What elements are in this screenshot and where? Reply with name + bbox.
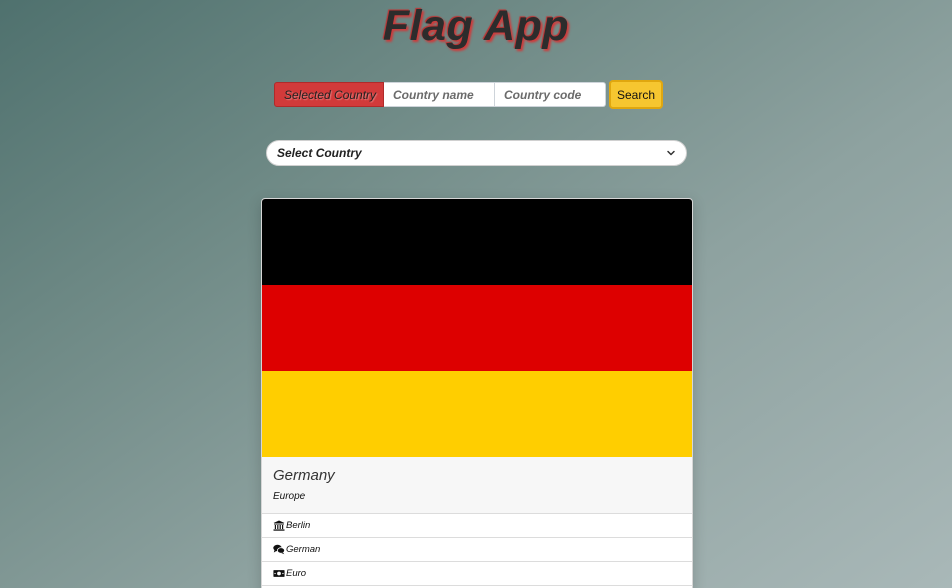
search-bar: Selected Country Search xyxy=(274,80,663,109)
flag-stripe-gold xyxy=(262,371,692,457)
country-name-input[interactable] xyxy=(384,82,495,107)
currency-row: Euro xyxy=(262,562,692,586)
country-select-value: Select Country xyxy=(277,146,362,160)
country-flag xyxy=(262,199,692,457)
country-region: Europe xyxy=(273,491,306,502)
capital-row: Berlin xyxy=(262,514,692,538)
comments-icon xyxy=(273,544,285,555)
country-code-input[interactable] xyxy=(495,82,606,107)
landmark-icon xyxy=(273,520,285,531)
currency-value: Euro xyxy=(286,568,307,579)
money-bill-icon xyxy=(273,570,285,577)
capital-value: Berlin xyxy=(286,520,311,531)
country-card-body: Germany Europe xyxy=(262,457,692,514)
selected-country-label: Selected Country xyxy=(274,82,384,107)
flag-stripe-red xyxy=(262,285,692,371)
language-row: German xyxy=(262,538,692,562)
country-select[interactable]: Select Country xyxy=(266,140,687,166)
country-name: Germany xyxy=(273,467,335,484)
app-title: Flag App xyxy=(382,2,570,50)
country-card: Germany Europe Berlin German Euro xyxy=(261,198,693,588)
chevron-down-icon xyxy=(667,150,675,156)
flag-stripe-black xyxy=(262,199,692,285)
language-value: German xyxy=(286,544,321,555)
search-button[interactable]: Search xyxy=(609,80,663,109)
